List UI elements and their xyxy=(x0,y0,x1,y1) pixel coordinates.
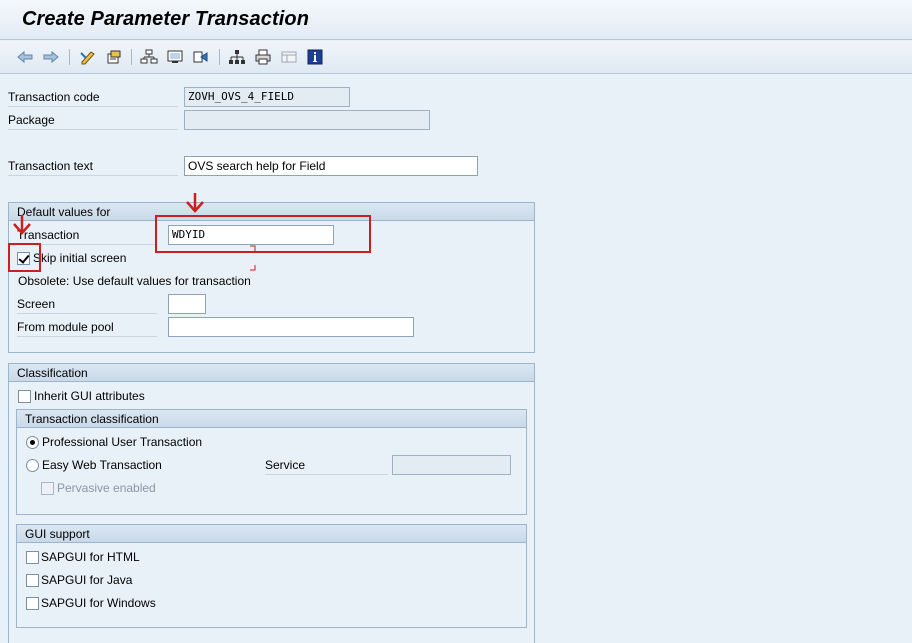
annotation-bracket xyxy=(250,245,256,271)
service-label: Service xyxy=(265,456,388,475)
screen-field[interactable] xyxy=(168,294,206,314)
skip-initial-screen-checkbox[interactable] xyxy=(17,252,30,265)
pervasive-enabled-checkbox xyxy=(41,482,54,495)
default-values-header: Default values for xyxy=(9,203,534,221)
display-icon[interactable] xyxy=(165,48,185,66)
transaction-code-label: Transaction code xyxy=(8,88,178,107)
default-transaction-field[interactable]: WDYID xyxy=(168,225,334,245)
professional-user-label: Professional User Transaction xyxy=(42,435,203,449)
print-icon[interactable] xyxy=(253,48,273,66)
application-toolbar xyxy=(0,41,912,74)
layout-icon[interactable] xyxy=(279,48,299,66)
package-field xyxy=(184,110,430,130)
professional-user-radio[interactable] xyxy=(26,436,39,449)
toolbar-separator xyxy=(131,49,132,65)
module-pool-field[interactable] xyxy=(168,317,414,337)
easy-web-label: Easy Web Transaction xyxy=(42,458,162,472)
sapgui-windows-checkbox[interactable] xyxy=(26,597,39,610)
package-label: Package xyxy=(8,111,178,130)
obsolete-note: Obsolete: Use default values for transac… xyxy=(18,274,251,288)
toolbar-separator xyxy=(69,49,70,65)
forward-arrow-icon[interactable] xyxy=(41,48,61,66)
other-object-icon[interactable] xyxy=(191,48,211,66)
sapgui-java-checkbox[interactable] xyxy=(26,574,39,587)
back-arrow-icon[interactable] xyxy=(15,48,35,66)
sapgui-java-label: SAPGUI for Java xyxy=(41,573,133,587)
title-bar: Create Parameter Transaction xyxy=(0,0,912,40)
object-list-icon[interactable] xyxy=(104,48,124,66)
default-transaction-label: Transaction xyxy=(17,226,157,245)
pervasive-enabled-label: Pervasive enabled xyxy=(57,481,156,495)
pen-icon[interactable] xyxy=(78,48,98,66)
transaction-text-field[interactable]: OVS search help for Field xyxy=(184,156,478,176)
skip-initial-screen-label: Skip initial screen xyxy=(33,251,127,265)
info-icon[interactable] xyxy=(305,48,325,66)
sapgui-windows-label: SAPGUI for Windows xyxy=(41,596,156,610)
sapgui-html-checkbox[interactable] xyxy=(26,551,39,564)
inherit-gui-checkbox[interactable] xyxy=(18,390,31,403)
screen-label: Screen xyxy=(17,295,157,314)
inherit-gui-label: Inherit GUI attributes xyxy=(34,389,145,403)
page-title: Create Parameter Transaction xyxy=(22,8,310,30)
hierarchy-icon[interactable] xyxy=(139,48,159,66)
sapgui-html-label: SAPGUI for HTML xyxy=(41,550,140,564)
org-chart-icon[interactable] xyxy=(227,48,247,66)
transaction-code-field: ZOVH_OVS_4_FIELD xyxy=(184,87,350,107)
module-pool-label: From module pool xyxy=(17,318,157,337)
easy-web-radio[interactable] xyxy=(26,459,39,472)
toolbar-separator xyxy=(219,49,220,65)
gui-support-header: GUI support xyxy=(17,525,526,543)
transaction-text-label: Transaction text xyxy=(8,157,178,176)
transaction-classification-header: Transaction classification xyxy=(17,410,526,428)
service-field xyxy=(392,455,511,475)
classification-header: Classification xyxy=(9,364,534,382)
